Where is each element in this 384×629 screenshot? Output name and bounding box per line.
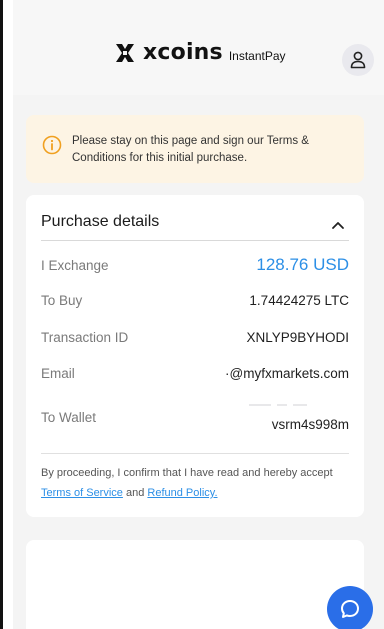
purchase-details-header[interactable]: Purchase details: [41, 209, 349, 241]
notice-message: Please stay on this page and sign our Te…: [72, 133, 309, 167]
transaction-id-value: XNLYP9BYHODI: [246, 330, 349, 345]
legal-prefix: By proceeding, I confirm that I have rea…: [41, 467, 333, 479]
email-label: Email: [41, 366, 75, 381]
account-button[interactable]: [342, 44, 374, 76]
purchase-details-title: Purchase details: [41, 213, 160, 230]
email-value: ·@myfxmarkets.com: [225, 366, 349, 381]
header: xcoins InstantPay: [13, 0, 384, 95]
to-wallet-label: To Wallet: [41, 410, 97, 425]
transaction-id-label: Transaction ID: [41, 330, 129, 345]
exchange-amount: 128.76 USD: [256, 255, 349, 274]
exchange-label: I Exchange: [41, 258, 109, 273]
notice-line-1: Please stay on this page and sign our Te…: [72, 135, 309, 147]
window-left-border: [0, 0, 3, 629]
brand-wordmark: xcoins: [143, 40, 223, 65]
brand-subtitle: InstantPay: [228, 48, 286, 63]
to-buy-amount: 1.74424275 LTC: [249, 293, 349, 308]
notice-line-2: Conditions for this initial purchase.: [72, 152, 248, 164]
card-divider: [41, 453, 349, 454]
wallet-address-redacted: [249, 397, 319, 407]
wallet-address-value: vsrm4s998m: [271, 417, 349, 432]
chevron-up-icon[interactable]: [331, 218, 345, 232]
chat-button[interactable]: [327, 586, 373, 629]
terms-of-service-link[interactable]: Terms of Service: [41, 487, 123, 499]
info-circle-icon: [42, 135, 62, 155]
terms-notice-banner: Please stay on this page and sign our Te…: [26, 115, 364, 183]
lower-panel: [26, 540, 364, 629]
user-icon: [350, 51, 366, 69]
purchase-details-card: Purchase details I Exchange 128.76 USD T…: [26, 195, 364, 517]
legal-and: and: [125, 487, 145, 499]
page-background: xcoins InstantPay Please stay on this pa…: [13, 0, 384, 629]
legal-consent-text: By proceeding, I confirm that I have rea…: [41, 463, 349, 503]
brand-logo: xcoins InstantPay: [113, 40, 286, 65]
chat-bubble-icon: [341, 600, 359, 618]
refund-policy-link[interactable]: Refund Policy.: [147, 487, 217, 499]
xcoins-logo-icon: [116, 43, 134, 62]
to-buy-label: To Buy: [41, 293, 83, 308]
